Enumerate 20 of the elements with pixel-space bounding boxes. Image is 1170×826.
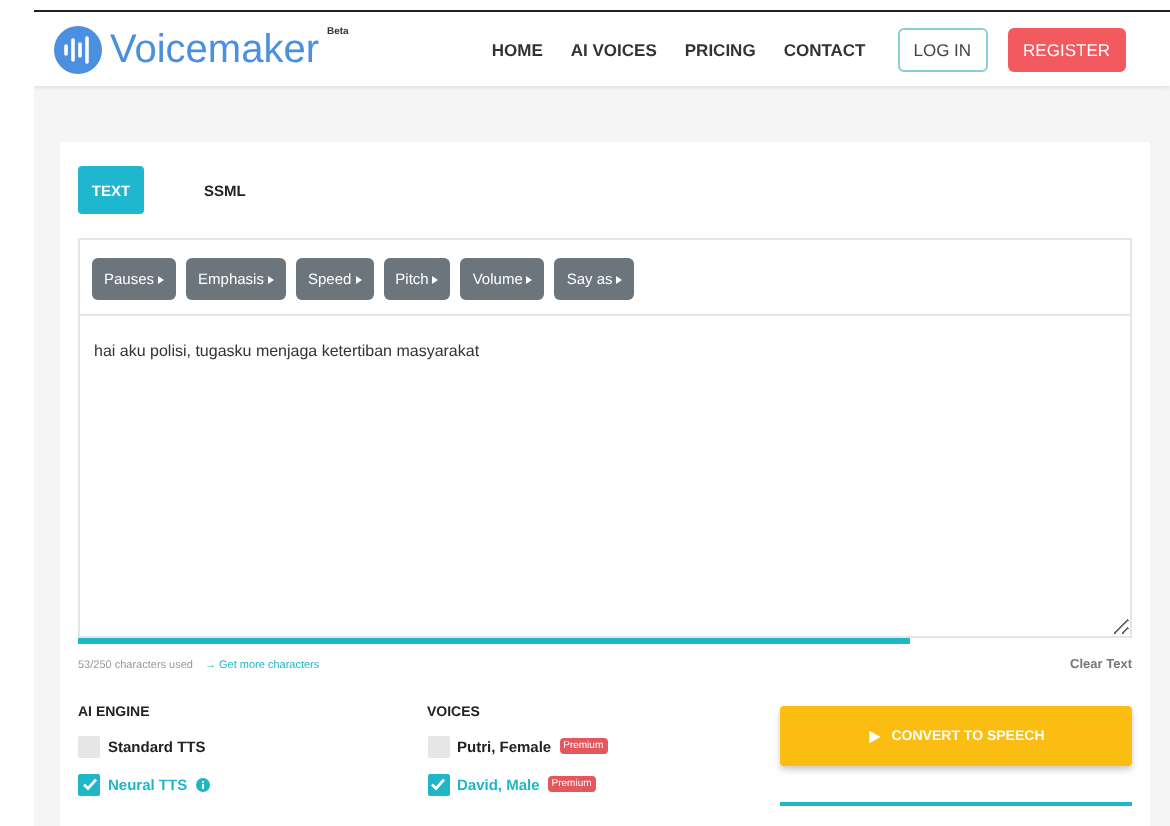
caret-icon xyxy=(526,275,533,283)
checkbox[interactable] xyxy=(427,735,449,757)
text-input-field[interactable]: hai aku polisi, tugasku menjaga ketertiban masyarakat xyxy=(78,316,1132,638)
caret-icon xyxy=(267,275,274,283)
logo-text[interactable]: Voicemaker xyxy=(110,25,319,73)
sound-wave-logo-icon xyxy=(54,25,102,73)
checkbox[interactable] xyxy=(78,735,100,757)
nav-link[interactable]: PRICING xyxy=(684,39,756,59)
caret-icon xyxy=(355,275,362,283)
login-button[interactable]: LOG IN xyxy=(897,27,988,71)
nav-link[interactable]: CONTACT xyxy=(783,39,866,59)
play-icon xyxy=(867,729,882,743)
caret-icon xyxy=(432,275,439,283)
caret-icon xyxy=(158,275,165,283)
register-button[interactable]: REGISTER xyxy=(1007,27,1126,71)
checkbox[interactable] xyxy=(427,773,449,795)
checkbox[interactable] xyxy=(78,773,100,795)
nav-link[interactable]: AI VOICES xyxy=(570,39,657,59)
caret-icon xyxy=(616,275,623,283)
nav-link[interactable]: HOME xyxy=(491,39,543,59)
